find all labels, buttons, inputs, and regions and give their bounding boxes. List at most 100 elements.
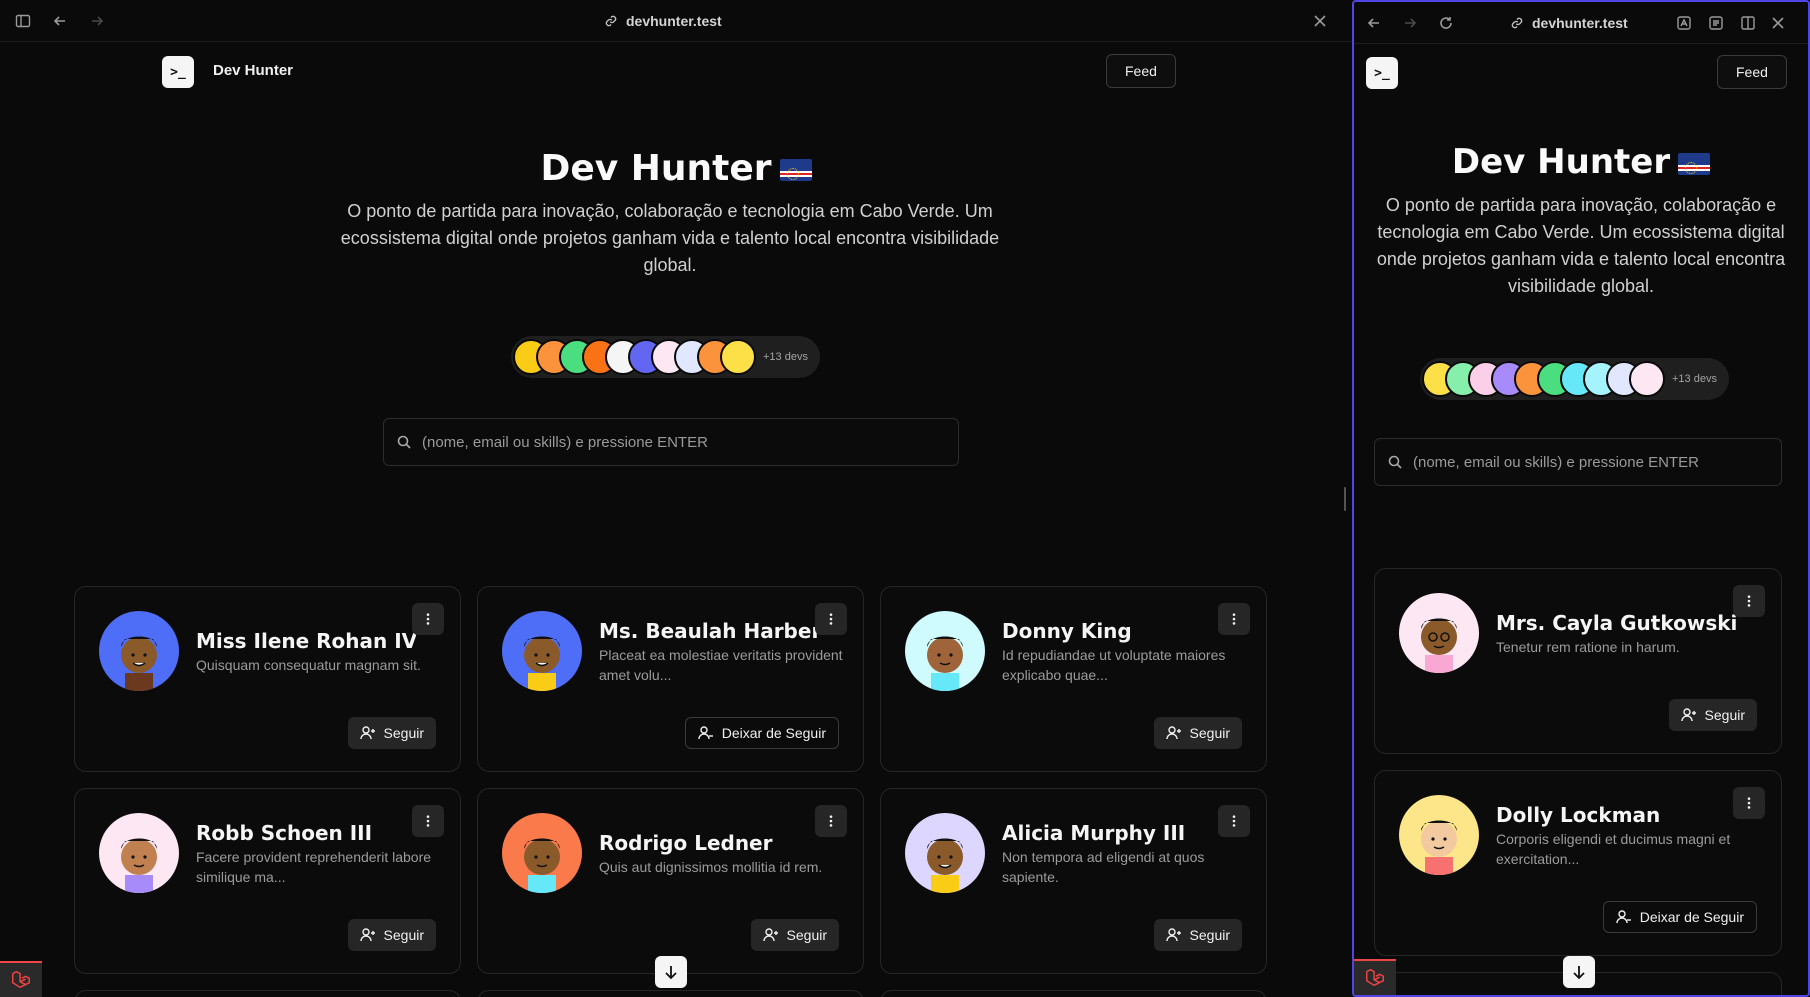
more-vertical-icon (1747, 797, 1751, 809)
more-vertical-icon (1747, 595, 1751, 607)
url-text: devhunter.test (626, 13, 722, 29)
close-icon[interactable] (1768, 13, 1788, 33)
follow-button[interactable]: Seguir (1668, 699, 1757, 731)
dev-name[interactable]: Miss Ilene Rohan IV (196, 629, 416, 653)
search-input[interactable] (1413, 453, 1781, 471)
dev-name[interactable]: Robb Schoen III (196, 821, 416, 845)
scroll-down-button[interactable] (655, 956, 687, 988)
split-view-icon[interactable] (1738, 13, 1758, 33)
dev-name[interactable]: Donny King (1002, 619, 1222, 643)
follow-button[interactable]: Seguir (347, 919, 436, 951)
more-vertical-icon (1232, 613, 1236, 625)
right-url-display[interactable]: devhunter.test (1510, 2, 1628, 44)
follow-button-label: Seguir (383, 927, 424, 943)
laravel-debugbar-button[interactable] (0, 961, 42, 997)
dev-name[interactable]: Mrs. Cayla Gutkowski IV (1496, 611, 1737, 635)
left-browser-pane: devhunter.test >_ Dev Hunter Feed Dev Hu… (0, 0, 1352, 997)
left-browser-bar: devhunter.test (0, 0, 1352, 42)
unfollow-button[interactable]: Deixar de Seguir (1602, 901, 1757, 933)
devs-avatar-stack[interactable]: +13 devs (511, 336, 820, 378)
left-url-display[interactable]: devhunter.test (604, 0, 722, 42)
user-plus-icon (1165, 928, 1181, 942)
hero-title-text: Dev Hunter (1451, 142, 1671, 182)
card-menu-button[interactable] (1733, 585, 1765, 617)
card-menu-button[interactable] (1218, 603, 1250, 635)
card-menu-button[interactable] (412, 603, 444, 635)
card-menu-button[interactable] (815, 603, 847, 635)
laravel-logo-icon (12, 970, 30, 989)
dev-card[interactable]: Donny King Id repudiandae ut voluptate m… (880, 586, 1267, 772)
dev-name[interactable]: Rodrigo Ledner (599, 831, 819, 855)
follow-button-label: Seguir (1189, 725, 1230, 741)
dev-card[interactable]: Dolly Lockman Corporis eligendi et ducim… (1374, 770, 1782, 956)
dev-card[interactable]: Mrs. Cayla Gutkowski IV Tenetur rem rati… (1374, 568, 1782, 754)
dev-name[interactable]: Ms. Beaulah Harber V (599, 619, 819, 643)
follow-button[interactable]: Seguir (347, 717, 436, 749)
search-input[interactable] (422, 433, 958, 451)
avatar (720, 339, 756, 375)
forward-arrow-icon[interactable] (1400, 13, 1420, 33)
scroll-down-button[interactable] (1563, 956, 1595, 988)
sidebar-toggle-icon[interactable] (13, 11, 33, 31)
dev-avatar (502, 813, 582, 893)
back-arrow-icon[interactable] (50, 11, 70, 31)
feed-button[interactable]: Feed (1106, 54, 1176, 88)
user-plus-icon (359, 928, 375, 942)
forward-arrow-icon[interactable] (87, 11, 107, 31)
dev-avatar (905, 611, 985, 691)
dev-bio: Quisquam consequatur magnam sit. (196, 657, 421, 673)
dev-card[interactable]: Miss Ilene Rohan IV Quisquam consequatur… (74, 586, 461, 772)
follow-button[interactable]: Seguir (1153, 717, 1242, 749)
dev-name[interactable]: Dolly Lockman (1496, 803, 1737, 827)
devs-avatar-stack[interactable]: +13 devs (1420, 358, 1729, 400)
close-icon[interactable] (1310, 11, 1330, 31)
user-plus-icon (762, 928, 778, 942)
user-minus-icon (1616, 910, 1631, 924)
dev-card[interactable] (74, 990, 461, 997)
dev-card[interactable]: Robb Schoen III Facere provident reprehe… (74, 788, 461, 974)
dev-bio: Id repudiandae ut voluptate maiores expl… (1002, 647, 1226, 684)
dev-card[interactable]: Rodrigo Ledner Quis aut dignissimos moll… (477, 788, 864, 974)
follow-button[interactable]: Seguir (1153, 919, 1242, 951)
dev-avatar (99, 813, 179, 893)
more-vertical-icon (829, 613, 833, 625)
more-devs-count: +13 devs (763, 351, 808, 363)
dev-name[interactable]: Alicia Murphy III (1002, 821, 1222, 845)
feed-button[interactable]: Feed (1717, 55, 1787, 89)
more-vertical-icon (829, 815, 833, 827)
card-menu-button[interactable] (1733, 787, 1765, 819)
unfollow-button-label: Deixar de Seguir (721, 725, 826, 741)
laravel-debugbar-button[interactable] (1354, 959, 1396, 995)
reload-icon[interactable] (1436, 13, 1456, 33)
more-vertical-icon (1232, 815, 1236, 827)
dev-card[interactable]: Ms. Beaulah Harber V Placeat ea molestia… (477, 586, 864, 772)
more-devs-count: +13 devs (1672, 373, 1717, 385)
dev-bio: Corporis eligendi et ducimus magni et ex… (1496, 831, 1731, 868)
back-arrow-icon[interactable] (1364, 13, 1384, 33)
brand-logo[interactable]: >_ (1366, 57, 1398, 89)
brand-logo[interactable]: >_ (162, 56, 194, 88)
search-icon (1388, 455, 1402, 469)
search-box[interactable] (1374, 438, 1782, 486)
card-menu-button[interactable] (815, 805, 847, 837)
card-menu-button[interactable] (412, 805, 444, 837)
translate-icon[interactable] (1674, 13, 1694, 33)
unfollow-button[interactable]: Deixar de Seguir (684, 717, 839, 749)
reader-mode-icon[interactable] (1706, 13, 1726, 33)
follow-button-label: Seguir (1189, 927, 1230, 943)
right-browser-pane: devhunter.test >_ Feed Dev Hunter O pont… (1352, 0, 1810, 997)
user-plus-icon (1680, 708, 1696, 722)
url-text: devhunter.test (1532, 15, 1628, 31)
dev-bio: Quis aut dignissimos mollitia id rem. (599, 859, 823, 875)
brand-name[interactable]: Dev Hunter (213, 62, 293, 79)
user-plus-icon (359, 726, 375, 740)
follow-button[interactable]: Seguir (750, 919, 839, 951)
card-menu-button[interactable] (1218, 805, 1250, 837)
search-box[interactable] (383, 418, 959, 466)
split-view-resize-handle[interactable] (1344, 487, 1346, 511)
dev-avatar (99, 611, 179, 691)
dev-card[interactable]: Alicia Murphy III Non tempora ad eligend… (880, 788, 1267, 974)
dev-card[interactable] (477, 990, 864, 997)
dev-card[interactable] (880, 990, 1267, 997)
link-icon (605, 15, 617, 27)
